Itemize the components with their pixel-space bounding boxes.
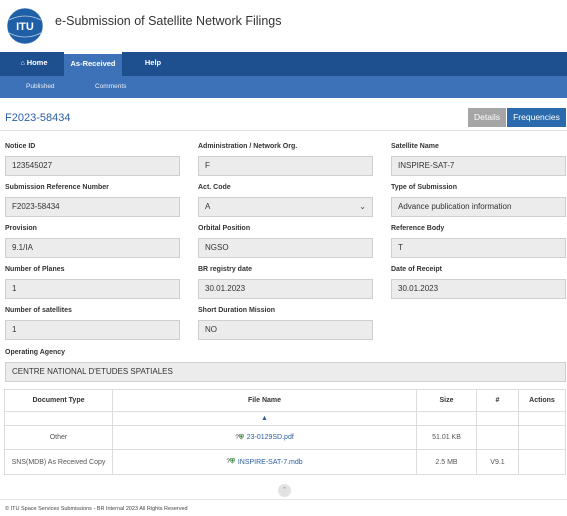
act-code-label: Act. Code	[198, 184, 231, 191]
short-duration-field[interactable]: NO	[198, 320, 373, 340]
record-id-title: F2023-58434	[5, 112, 71, 124]
col-file-name[interactable]: File Name	[113, 390, 417, 411]
notice-id-field[interactable]: 123545027	[5, 156, 180, 176]
divider	[0, 130, 567, 131]
table-row: Other ?⛨ 23-0129SD.pdf 51.01 KB	[5, 426, 565, 450]
sub-nav: Published Comments	[0, 76, 567, 98]
footer-text: © ITU Space Services Submissions - BR In…	[5, 506, 188, 512]
operating-agency-field[interactable]: CENTRE NATIONAL D'ETUDES SPATIALES	[5, 362, 566, 382]
br-registry-date-label: BR registry date	[198, 266, 253, 273]
subnav-published[interactable]: Published	[26, 76, 55, 98]
scroll-top-icon[interactable]: ⌃	[278, 484, 291, 497]
details-button[interactable]: Details	[468, 108, 506, 127]
br-registry-date-field[interactable]: 30.01.2023	[198, 279, 373, 299]
subnav-comments[interactable]: Comments	[95, 76, 126, 98]
sort-row: ▲	[5, 412, 565, 426]
size-cell: 2.5 MB	[417, 450, 477, 474]
col-size[interactable]: Size	[417, 390, 477, 411]
files-table: Document Type File Name Size # Actions ▲…	[4, 389, 566, 475]
file-status-icon: ?⛨	[226, 458, 235, 465]
table-row: SNS(MDB) As Received Copy ?⛨ INSPIRE-SAT…	[5, 450, 565, 474]
file-link[interactable]: INSPIRE-SAT-7.mdb	[238, 459, 303, 466]
date-of-receipt-field[interactable]: 30.01.2023	[391, 279, 566, 299]
home-icon: ⌂	[20, 60, 25, 67]
administration-label: Administration / Network Org.	[198, 143, 298, 150]
svg-text:ITU: ITU	[16, 21, 34, 33]
actions-cell	[519, 450, 565, 474]
col-actions[interactable]: Actions	[519, 390, 565, 411]
actions-cell	[519, 426, 565, 449]
doc-type-cell: Other	[5, 426, 113, 449]
tab-home[interactable]: ⌂ Home	[10, 52, 58, 76]
sort-cell-empty	[417, 412, 477, 425]
submission-ref-field[interactable]: F2023-58434	[5, 197, 180, 217]
reference-body-field[interactable]: T	[391, 238, 566, 258]
size-cell: 51.01 KB	[417, 426, 477, 449]
chevron-down-icon: ⌄	[359, 202, 366, 211]
top-nav: ⌂ Home As-Received Help	[0, 52, 567, 76]
orbital-position-field[interactable]: NGSO	[198, 238, 373, 258]
footer-divider	[0, 499, 567, 500]
act-code-select[interactable]: A ⌄	[198, 197, 373, 217]
number-cell	[477, 426, 519, 449]
app-title: e-Submission of Satellite Network Filing…	[55, 14, 282, 28]
col-number[interactable]: #	[477, 390, 519, 411]
administration-field[interactable]: F	[198, 156, 373, 176]
frequencies-button[interactable]: Frequencies	[507, 108, 566, 127]
tab-help[interactable]: Help	[129, 52, 177, 76]
satellite-name-field[interactable]: INSPIRE-SAT-7	[391, 156, 566, 176]
sort-cell-empty	[477, 412, 519, 425]
reference-body-label: Reference Body	[391, 225, 445, 232]
file-link[interactable]: 23-0129SD.pdf	[247, 434, 294, 441]
provision-label: Provision	[5, 225, 37, 232]
num-satellites-label: Number of satellites	[5, 307, 72, 314]
sort-up-icon[interactable]: ▲	[113, 412, 417, 425]
tab-home-label: Home	[26, 58, 48, 67]
app-header: ITU e-Submission of Satellite Network Fi…	[0, 0, 567, 50]
num-satellites-field[interactable]: 1	[5, 320, 180, 340]
sort-cell-empty	[5, 412, 113, 425]
itu-logo[interactable]: ITU	[5, 6, 45, 46]
orbital-position-label: Orbital Position	[198, 225, 251, 232]
num-planes-field[interactable]: 1	[5, 279, 180, 299]
col-document-type[interactable]: Document Type	[5, 390, 113, 411]
provision-field[interactable]: 9.1/IA	[5, 238, 180, 258]
num-planes-label: Number of Planes	[5, 266, 65, 273]
doc-type-cell: SNS(MDB) As Received Copy	[5, 450, 113, 474]
operating-agency-label: Operating Agency	[5, 349, 66, 356]
sort-cell-empty	[519, 412, 565, 425]
date-of-receipt-label: Date of Receipt	[391, 266, 442, 273]
file-name-cell: ?⛨ INSPIRE-SAT-7.mdb	[113, 450, 417, 474]
table-header-row: Document Type File Name Size # Actions	[5, 390, 565, 412]
satellite-name-label: Satellite Name	[391, 143, 439, 150]
short-duration-label: Short Duration Mission	[198, 307, 275, 314]
number-cell: V9.1	[477, 450, 519, 474]
submission-type-label: Type of Submission	[391, 184, 457, 191]
tab-as-received[interactable]: As-Received	[64, 52, 122, 76]
submission-ref-label: Submission Reference Number	[5, 184, 109, 191]
notice-id-label: Notice ID	[5, 143, 36, 150]
act-code-value: A	[205, 202, 211, 211]
file-name-cell: ?⛨ 23-0129SD.pdf	[113, 426, 417, 449]
file-status-icon: ?⛨	[235, 433, 244, 441]
submission-type-field[interactable]: Advance publication information	[391, 197, 566, 217]
